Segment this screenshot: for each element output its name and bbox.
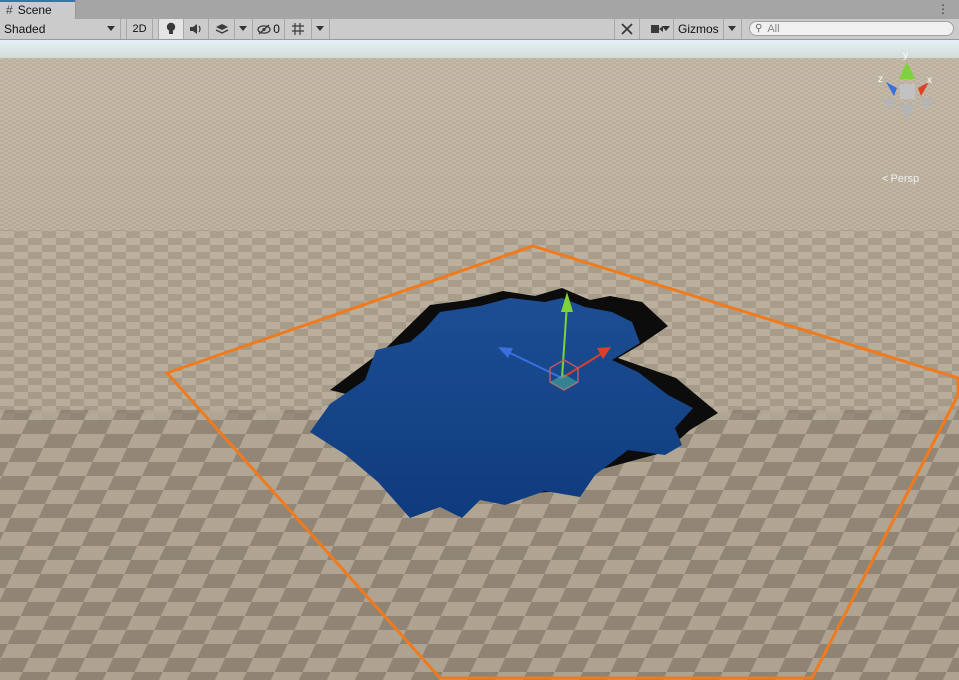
scene-toolbar: Shaded 2D 0 Gizmos ⚲ All (0, 19, 959, 40)
toggle-2d-label: 2D (132, 23, 147, 35)
tab-active-indicator (0, 0, 75, 2)
tools-icon (621, 23, 633, 35)
effects-dropdown[interactable] (235, 19, 253, 39)
chevron-down-icon (239, 26, 247, 31)
hidden-objects-toggle[interactable]: 0 (253, 19, 285, 39)
gizmos-button[interactable]: Gizmos (674, 19, 724, 39)
scene-canvas[interactable]: y x z (0, 40, 959, 680)
effects-toggle-button[interactable] (209, 19, 235, 39)
gizmo-label-y: y (903, 50, 908, 61)
projection-toggle[interactable]: < Persp (882, 173, 919, 185)
draw-mode-label: Shaded (4, 22, 46, 36)
gizmos-dropdown[interactable] (724, 19, 742, 39)
tab-bar: # Scene ⋮ (0, 0, 959, 20)
camera-settings-button[interactable] (640, 19, 674, 39)
grid-toggle-button[interactable] (285, 19, 312, 39)
scene-viewport[interactable]: y x z < Persp (0, 40, 959, 680)
search-icon: ⚲ (755, 23, 763, 34)
grid-icon (292, 23, 304, 35)
tab-label: Scene (17, 2, 52, 17)
eye-crossed-icon (257, 24, 271, 34)
layers-icon (215, 23, 228, 34)
scene-tools-button[interactable] (614, 19, 640, 39)
gizmo-center-cube[interactable] (900, 84, 915, 99)
chevron-down-icon (728, 26, 736, 31)
hidden-count: 0 (273, 22, 280, 36)
tab-scene[interactable]: # Scene (0, 0, 76, 19)
chevron-down-icon (107, 26, 115, 31)
gizmo-label-x: x (927, 75, 932, 86)
chevron-down-icon (662, 26, 670, 31)
search-placeholder: All (767, 22, 780, 35)
projection-label: Persp (890, 173, 920, 185)
kebab-menu-icon[interactable]: ⋮ (937, 2, 949, 16)
audio-toggle-button[interactable] (184, 19, 209, 39)
grid-dropdown[interactable] (312, 19, 330, 39)
toggle-2d-button[interactable]: 2D (126, 19, 153, 39)
lighting-toggle-button[interactable] (158, 19, 184, 39)
perspective-icon: < (882, 173, 889, 185)
ground-checker-far (0, 58, 959, 238)
gizmo-label-z: z (878, 74, 883, 85)
grid-icon: # (6, 2, 13, 17)
lightbulb-icon (166, 22, 176, 34)
gizmos-label: Gizmos (678, 22, 719, 36)
chevron-down-icon (316, 26, 324, 31)
draw-mode-dropdown[interactable]: Shaded (0, 19, 121, 39)
speaker-icon (190, 24, 201, 34)
search-input[interactable]: ⚲ All (749, 21, 954, 36)
